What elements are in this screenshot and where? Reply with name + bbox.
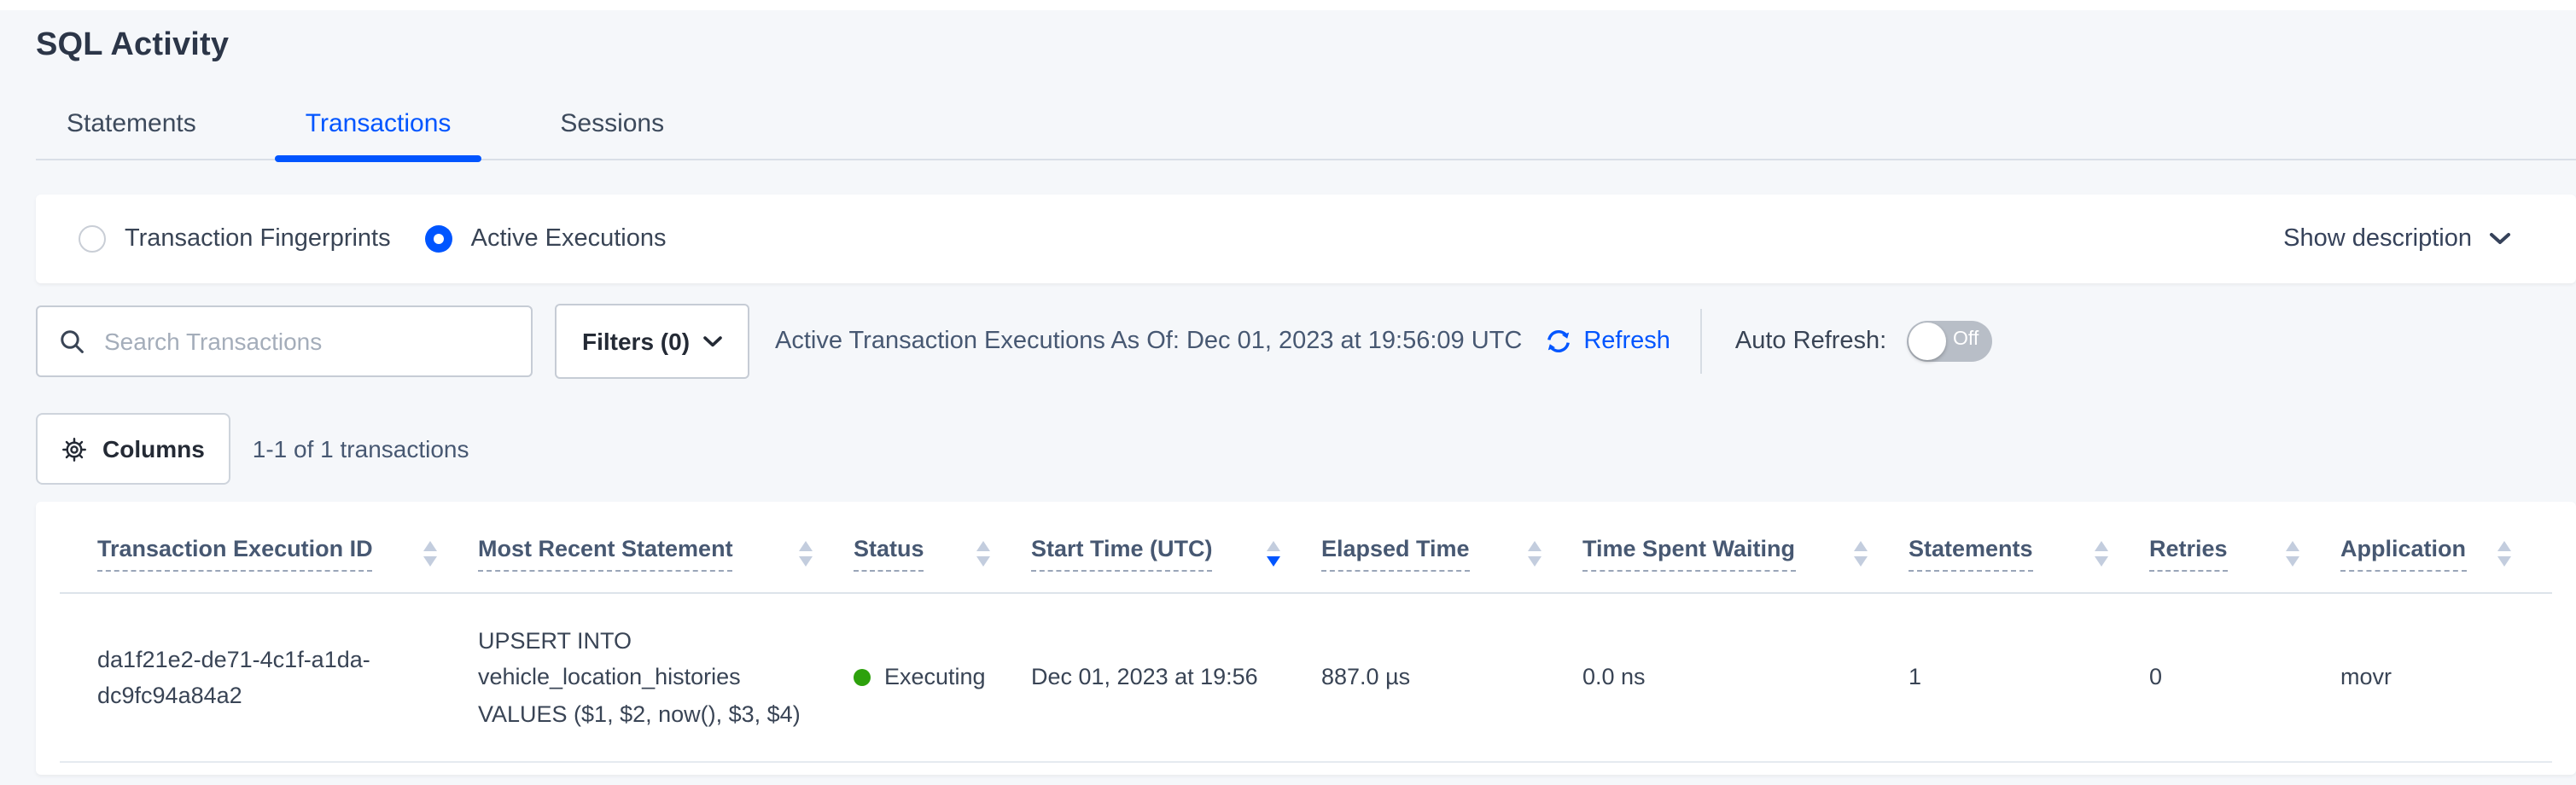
sort-icon-active-desc <box>1267 541 1280 567</box>
sort-icon <box>976 541 990 567</box>
transactions-table: Transaction Execution ID Most Recent Sta… <box>60 509 2552 763</box>
top-strip <box>0 0 2576 10</box>
radio-label: Active Executions <box>471 225 667 253</box>
column-header-time-spent-waiting[interactable]: Time Spent Waiting <box>1582 509 1909 593</box>
search-input[interactable] <box>101 326 510 357</box>
column-header-transaction-execution-id[interactable]: Transaction Execution ID <box>60 509 478 593</box>
chevron-down-icon <box>703 335 722 347</box>
transactions-table-card: Transaction Execution ID Most Recent Sta… <box>36 502 2576 775</box>
sort-icon <box>2286 541 2299 567</box>
refresh-button[interactable]: Refresh <box>1542 326 1670 357</box>
sort-icon <box>1528 541 1542 567</box>
view-mode-radio-group: Transaction Fingerprints Active Executio… <box>79 225 667 253</box>
sort-icon <box>2497 541 2511 567</box>
table-toolbar: Columns 1-1 of 1 transactions <box>36 413 2576 485</box>
view-mode-card: Transaction Fingerprints Active Executio… <box>36 195 2576 283</box>
table-header-row: Transaction Execution ID Most Recent Sta… <box>60 509 2552 593</box>
column-header-application[interactable]: Application <box>2340 509 2552 593</box>
filters-label: Filters (0) <box>582 328 690 355</box>
cell-statements: 1 <box>1909 593 2149 762</box>
search-box[interactable] <box>36 305 533 377</box>
column-header-statements[interactable]: Statements <box>1909 509 2149 593</box>
toggle-knob <box>1909 323 1946 360</box>
page-title: SQL Activity <box>36 27 2576 65</box>
cell-retries: 0 <box>2149 593 2340 762</box>
tab-bar: Statements Transactions Sessions <box>36 96 2576 160</box>
as-of-timestamp: Active Transaction Executions As Of: Dec… <box>775 328 1522 355</box>
show-description-toggle[interactable]: Show description <box>2283 225 2511 253</box>
radio-selected-icon[interactable] <box>425 225 452 253</box>
controls-row: Filters (0) Active Transaction Execution… <box>36 305 2576 377</box>
sort-icon <box>2095 541 2108 567</box>
table-row: da1f21e2-de71-4c1f-a1da-dc9fc94a84a2 UPS… <box>60 593 2552 762</box>
sort-icon <box>1854 541 1868 567</box>
sort-icon <box>799 541 813 567</box>
show-description-label: Show description <box>2283 225 2472 253</box>
auto-refresh-toggle[interactable]: Off <box>1907 321 1992 362</box>
refresh-label: Refresh <box>1583 328 1670 355</box>
search-icon <box>58 328 85 355</box>
columns-label: Columns <box>102 435 205 462</box>
column-header-most-recent-statement[interactable]: Most Recent Statement <box>478 509 854 593</box>
radio-active-executions[interactable]: Active Executions <box>425 225 667 253</box>
cell-application: movr <box>2340 593 2552 762</box>
results-count: 1-1 of 1 transactions <box>253 435 469 462</box>
cell-status: Executing <box>854 593 1031 762</box>
sql-activity-page: SQL Activity Statements Transactions Ses… <box>0 0 2576 785</box>
column-header-start-time[interactable]: Start Time (UTC) <box>1031 509 1321 593</box>
cell-start-time: Dec 01, 2023 at 19:56 <box>1031 593 1321 762</box>
refresh-icon <box>1542 326 1573 357</box>
tab-statements[interactable]: Statements <box>36 96 227 159</box>
radio-label: Transaction Fingerprints <box>125 225 391 253</box>
sort-icon <box>423 541 437 567</box>
cell-elapsed-time: 887.0 µs <box>1321 593 1582 762</box>
column-header-status[interactable]: Status <box>854 509 1031 593</box>
column-header-elapsed-time[interactable]: Elapsed Time <box>1321 509 1582 593</box>
tab-sessions[interactable]: Sessions <box>529 96 695 159</box>
column-header-retries[interactable]: Retries <box>2149 509 2340 593</box>
radio-transaction-fingerprints[interactable]: Transaction Fingerprints <box>79 225 391 253</box>
radio-unselected-icon[interactable] <box>79 225 106 253</box>
filters-button[interactable]: Filters (0) <box>555 304 749 379</box>
cell-time-spent-waiting: 0.0 ns <box>1582 593 1909 762</box>
status-label: Executing <box>884 660 986 696</box>
columns-button[interactable]: Columns <box>36 413 230 485</box>
cell-transaction-execution-id[interactable]: da1f21e2-de71-4c1f-a1da-dc9fc94a84a2 <box>60 593 478 762</box>
chevron-down-icon <box>2489 232 2511 246</box>
auto-refresh-label: Auto Refresh: <box>1735 328 1886 355</box>
toggle-state-label: Off <box>1953 329 1979 350</box>
vertical-divider <box>1701 309 1703 374</box>
tab-transactions[interactable]: Transactions <box>275 96 482 159</box>
gear-icon <box>61 436 87 462</box>
cell-most-recent-statement: UPSERT INTO vehicle_location_histories V… <box>478 593 854 762</box>
status-executing-dot-icon <box>854 669 871 686</box>
